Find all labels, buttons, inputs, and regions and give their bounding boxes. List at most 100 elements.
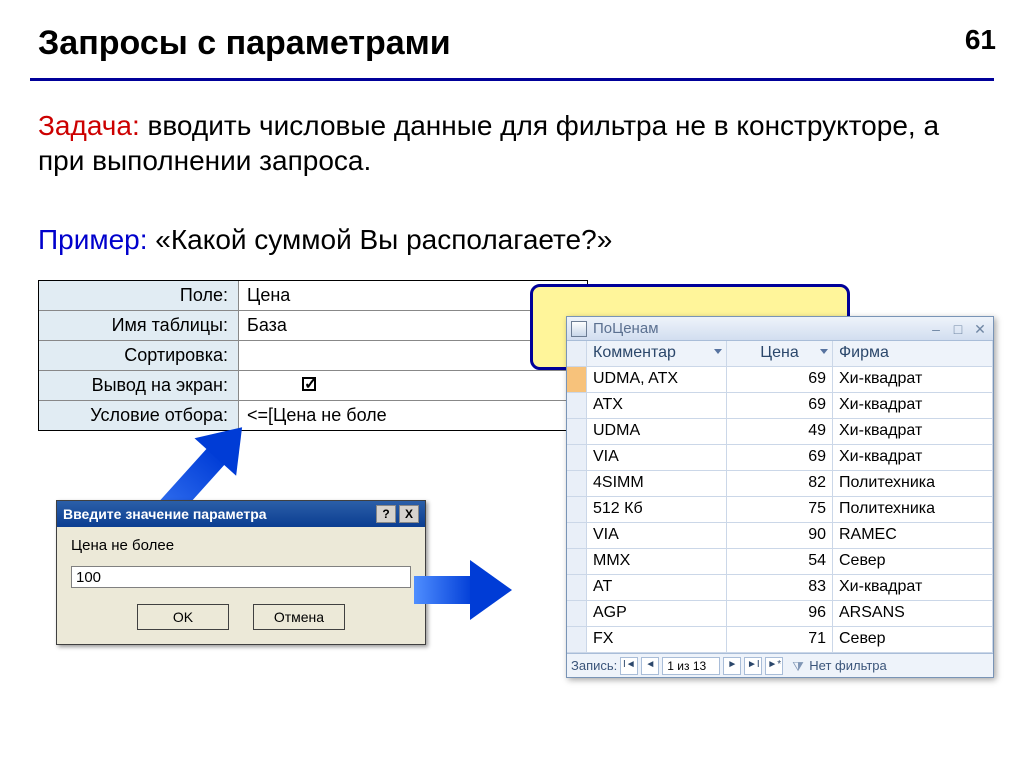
task-label: Задача: — [38, 110, 140, 141]
grid-cell-show[interactable] — [239, 371, 587, 400]
record-label: Запись: — [571, 658, 617, 673]
cell[interactable]: 49 — [727, 419, 833, 445]
ok-button[interactable]: OK — [137, 604, 229, 630]
task-text: вводить числовые данные для фильтра не в… — [38, 110, 939, 176]
nav-prev-button[interactable]: ◄ — [641, 657, 659, 675]
cell[interactable]: UDMA — [587, 419, 727, 445]
record-navigator: Запись: I◄ ◄ ► ►I ►* ⧩ Нет фильтра — [567, 653, 993, 677]
cell[interactable]: 96 — [727, 601, 833, 627]
filter-icon: ⧩ — [792, 659, 806, 673]
example-paragraph: Пример: «Какой суммой Вы располагаете?» — [38, 222, 978, 257]
cell[interactable]: 4SIMM — [587, 471, 727, 497]
table-row[interactable]: 4SIMM82Политехника — [567, 471, 993, 497]
cell[interactable]: ATX — [587, 393, 727, 419]
cell[interactable]: 69 — [727, 445, 833, 471]
cell[interactable]: RAMEC — [833, 523, 993, 549]
cell[interactable]: Хи-квадрат — [833, 393, 993, 419]
minimize-icon[interactable]: – — [927, 321, 945, 337]
row-selector[interactable] — [567, 471, 587, 497]
cell[interactable]: 512 Кб — [587, 497, 727, 523]
cell[interactable]: Север — [833, 627, 993, 653]
dialog-titlebar[interactable]: Введите значение параметра ? X — [57, 501, 425, 527]
table-row[interactable]: ATX69Хи-квадрат — [567, 393, 993, 419]
result-titlebar[interactable]: ПоЦенам – □ ✕ — [567, 317, 993, 341]
select-all-cell[interactable] — [567, 341, 587, 367]
grid-label-sort: Сортировка: — [39, 341, 239, 370]
cell[interactable]: Хи-квадрат — [833, 419, 993, 445]
cell[interactable]: AT — [587, 575, 727, 601]
cell[interactable]: 69 — [727, 393, 833, 419]
row-selector[interactable] — [567, 575, 587, 601]
table-row[interactable]: UDMA49Хи-квадрат — [567, 419, 993, 445]
query-design-grid: Поле: Цена Имя таблицы: База Сортировка:… — [38, 280, 588, 431]
row-selector[interactable] — [567, 523, 587, 549]
grid-label-field: Поле: — [39, 281, 239, 310]
table-row[interactable]: AT83Хи-квадрат — [567, 575, 993, 601]
col-header-price[interactable]: Цена — [727, 341, 833, 367]
row-selector[interactable] — [567, 601, 587, 627]
nav-first-button[interactable]: I◄ — [620, 657, 638, 675]
dialog-prompt: Цена не более — [71, 537, 411, 554]
row-selector[interactable] — [567, 445, 587, 471]
table-row[interactable]: UDMA, ATX69Хи-квадрат — [567, 367, 993, 393]
cell[interactable]: ARSANS — [833, 601, 993, 627]
dialog-help-button[interactable]: ? — [376, 505, 396, 523]
cancel-button[interactable]: Отмена — [253, 604, 345, 630]
chevron-down-icon[interactable] — [714, 349, 722, 354]
cell[interactable]: 82 — [727, 471, 833, 497]
cell[interactable]: AGP — [587, 601, 727, 627]
title-rule — [30, 78, 994, 81]
cell[interactable]: FX — [587, 627, 727, 653]
dialog-close-button[interactable]: X — [399, 505, 419, 523]
slide-title: Запросы с параметрами — [38, 24, 451, 63]
cell[interactable]: MMX — [587, 549, 727, 575]
table-row[interactable]: AGP96ARSANS — [567, 601, 993, 627]
result-window-title: ПоЦенам — [593, 320, 659, 337]
row-selector[interactable] — [567, 627, 587, 653]
cell[interactable]: 71 — [727, 627, 833, 653]
grid-label-show: Вывод на экран: — [39, 371, 239, 400]
nav-new-button[interactable]: ►* — [765, 657, 783, 675]
datasheet-icon — [571, 321, 587, 337]
table-row[interactable]: MMX54Север — [567, 549, 993, 575]
table-row[interactable]: FX71Север — [567, 627, 993, 653]
cell[interactable]: Хи-квадрат — [833, 445, 993, 471]
example-label: Пример: — [38, 224, 148, 255]
row-selector[interactable] — [567, 367, 587, 393]
cell[interactable]: Север — [833, 549, 993, 575]
row-selector[interactable] — [567, 419, 587, 445]
row-selector[interactable] — [567, 549, 587, 575]
cell[interactable]: 69 — [727, 367, 833, 393]
nav-last-button[interactable]: ►I — [744, 657, 762, 675]
nav-next-button[interactable]: ► — [723, 657, 741, 675]
table-row[interactable]: 512 Кб75Политехника — [567, 497, 993, 523]
row-selector[interactable] — [567, 497, 587, 523]
cell[interactable]: 75 — [727, 497, 833, 523]
col-header-comment[interactable]: Комментар — [587, 341, 727, 367]
record-position-input[interactable] — [662, 657, 720, 675]
col-header-firm[interactable]: Фирма — [833, 341, 993, 367]
example-text: «Какой суммой Вы располагаете?» — [148, 224, 613, 255]
cell[interactable]: 90 — [727, 523, 833, 549]
row-selector[interactable] — [567, 393, 587, 419]
maximize-icon[interactable]: □ — [949, 321, 967, 337]
dialog-title-text: Введите значение параметра — [63, 506, 267, 522]
cell[interactable]: Политехника — [833, 471, 993, 497]
close-icon[interactable]: ✕ — [971, 321, 989, 337]
task-paragraph: Задача: вводить числовые данные для филь… — [38, 108, 978, 178]
cell[interactable]: 83 — [727, 575, 833, 601]
table-row[interactable]: VIA69Хи-квадрат — [567, 445, 993, 471]
cell[interactable]: Политехника — [833, 497, 993, 523]
cell[interactable]: VIA — [587, 523, 727, 549]
chevron-down-icon[interactable] — [820, 349, 828, 354]
table-row[interactable]: VIA90RAMEC — [567, 523, 993, 549]
cell[interactable]: Хи-квадрат — [833, 367, 993, 393]
parameter-input[interactable] — [71, 566, 411, 588]
cell[interactable]: VIA — [587, 445, 727, 471]
page-number: 61 — [965, 24, 996, 56]
cell[interactable]: Хи-квадрат — [833, 575, 993, 601]
show-checkbox-icon[interactable] — [302, 377, 316, 391]
cell[interactable]: UDMA, ATX — [587, 367, 727, 393]
grid-cell-criteria[interactable]: <=[Цена не боле — [239, 401, 587, 430]
cell[interactable]: 54 — [727, 549, 833, 575]
